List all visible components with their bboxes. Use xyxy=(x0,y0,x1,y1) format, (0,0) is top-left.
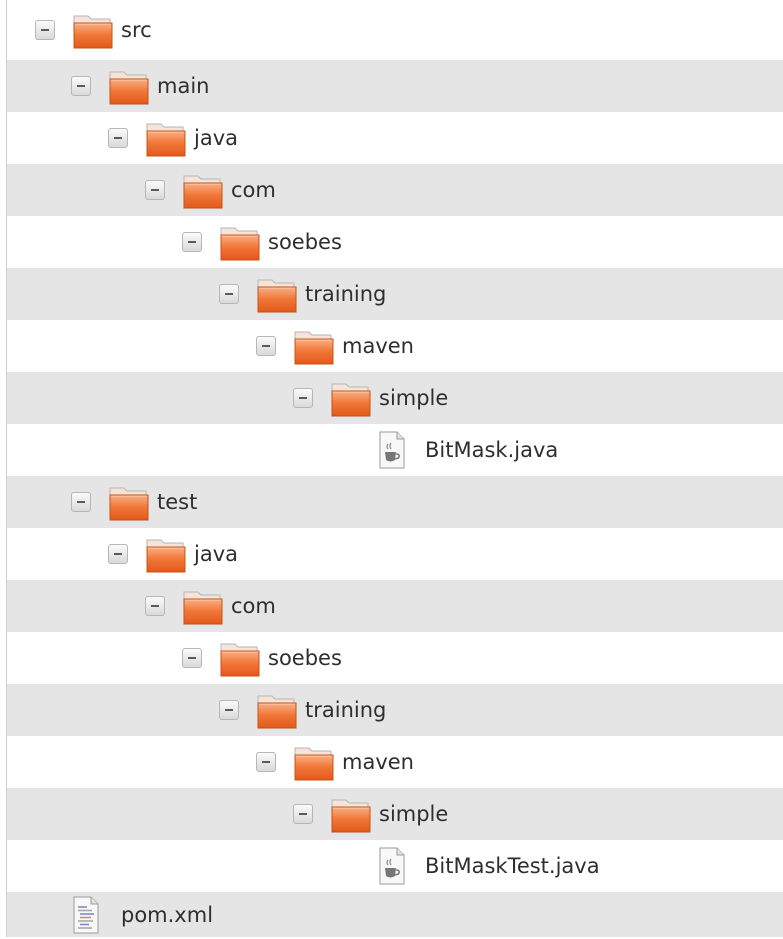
collapse-icon[interactable] xyxy=(145,596,165,616)
folder-icon xyxy=(329,377,373,419)
tree-row-bitmasktest-java[interactable]: BitMaskTest.java xyxy=(7,840,783,892)
tree-item-label: com xyxy=(231,178,276,202)
tree-row-training[interactable]: training xyxy=(7,268,783,320)
folder-icon xyxy=(292,741,336,783)
tree-row-maven[interactable]: maven xyxy=(7,736,783,788)
tree-row-main[interactable]: main xyxy=(7,60,783,112)
folder-icon xyxy=(107,481,151,523)
collapse-icon[interactable] xyxy=(35,20,55,40)
tree-row-java[interactable]: java xyxy=(7,528,783,580)
tree-row-soebes[interactable]: soebes xyxy=(7,632,783,684)
tree-row-bitmask-java[interactable]: BitMask.java xyxy=(7,424,783,476)
tree-item-label: test xyxy=(157,490,198,514)
tree-item-label: soebes xyxy=(268,646,342,670)
tree-row-src[interactable]: src xyxy=(7,0,783,60)
folder-icon xyxy=(218,637,262,679)
tree-row-pom-xml[interactable]: pom.xml xyxy=(7,892,783,937)
collapse-icon[interactable] xyxy=(145,180,165,200)
tree-item-label: maven xyxy=(342,334,414,358)
folder-icon xyxy=(144,117,188,159)
collapse-icon[interactable] xyxy=(182,648,202,668)
folder-icon xyxy=(292,325,336,367)
tree-row-training[interactable]: training xyxy=(7,684,783,736)
tree-item-label: training xyxy=(305,698,387,722)
collapse-icon[interactable] xyxy=(293,388,313,408)
tree-item-label: training xyxy=(305,282,387,306)
folder-icon xyxy=(329,793,373,835)
tree-item-label: simple xyxy=(379,386,449,410)
tree-item-label: java xyxy=(194,542,238,566)
tree-row-maven[interactable]: maven xyxy=(7,320,783,372)
tree-item-label: simple xyxy=(379,802,449,826)
collapse-icon[interactable] xyxy=(256,336,276,356)
folder-icon xyxy=(255,273,299,315)
tree-item-label: src xyxy=(121,18,152,42)
java-file-icon xyxy=(377,430,407,470)
tree-item-label: java xyxy=(194,126,238,150)
folder-icon xyxy=(71,9,115,51)
collapse-icon[interactable] xyxy=(182,232,202,252)
tree-row-simple[interactable]: simple xyxy=(7,788,783,840)
folder-icon xyxy=(218,221,262,263)
tree-row-java[interactable]: java xyxy=(7,112,783,164)
folder-icon xyxy=(255,689,299,731)
tree-item-label: soebes xyxy=(268,230,342,254)
tree-item-label: BitMask.java xyxy=(425,438,559,462)
collapse-icon[interactable] xyxy=(71,492,91,512)
collapse-icon[interactable] xyxy=(219,284,239,304)
tree-item-label: maven xyxy=(342,750,414,774)
tree-row-soebes[interactable]: soebes xyxy=(7,216,783,268)
collapse-icon[interactable] xyxy=(108,544,128,564)
folder-icon xyxy=(181,169,225,211)
tree-row-com[interactable]: com xyxy=(7,164,783,216)
folder-icon xyxy=(107,65,151,107)
file-tree: src main java com soebes training maven … xyxy=(6,0,783,937)
tree-item-label: pom.xml xyxy=(121,902,214,927)
tree-item-label: com xyxy=(231,594,276,618)
collapse-icon[interactable] xyxy=(71,76,91,96)
tree-item-label: BitMaskTest.java xyxy=(425,854,600,878)
tree-row-simple[interactable]: simple xyxy=(7,372,783,424)
collapse-icon[interactable] xyxy=(108,128,128,148)
tree-row-com[interactable]: com xyxy=(7,580,783,632)
xml-file-icon xyxy=(71,895,101,935)
java-file-icon xyxy=(377,846,407,886)
collapse-icon[interactable] xyxy=(293,804,313,824)
collapse-icon[interactable] xyxy=(256,752,276,772)
folder-icon xyxy=(181,585,225,627)
tree-row-test[interactable]: test xyxy=(7,476,783,528)
tree-item-label: main xyxy=(157,74,210,98)
collapse-icon[interactable] xyxy=(219,700,239,720)
folder-icon xyxy=(144,533,188,575)
